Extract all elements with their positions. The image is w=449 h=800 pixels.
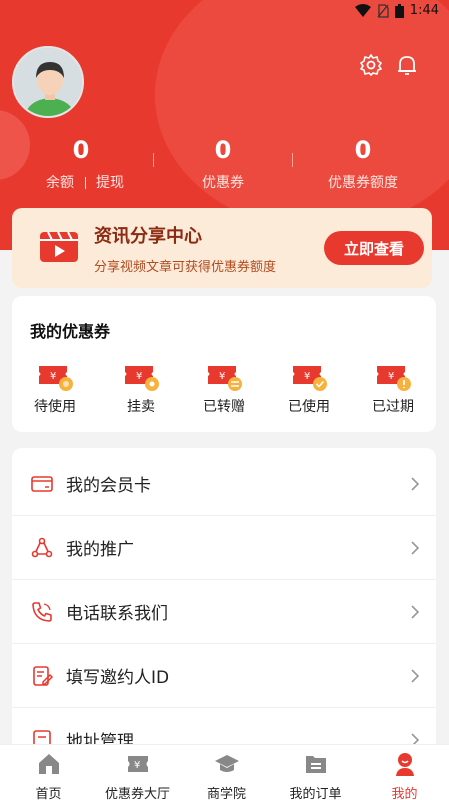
coupon-expired[interactable]: ¥ 已过期 [358,362,428,416]
share-network-icon [31,537,53,557]
home-icon [38,754,59,774]
coupon-selling-label: 挂卖 [127,399,155,415]
tab-home[interactable]: 首页 [4,745,93,800]
balance-stat: 0 余额 提现 [40,136,130,192]
quota-amount: 0 [354,136,372,164]
menu-item-promotion[interactable]: 我的推广 [12,516,436,580]
withdraw-link[interactable]: 提现 [96,175,124,191]
menu-item-label: 我的会员卡 [66,476,151,496]
menu-item-contact-phone[interactable]: 电话联系我们 [12,580,436,644]
menu-item-member-card[interactable]: 我的会员卡 [12,452,436,516]
avatar[interactable] [12,46,84,118]
coupon-gifted[interactable]: ¥ 已转赠 [189,362,259,416]
bottom-tab-bar: 首页 ¥ 优惠券大厅 商学院 我的订单 我的 [0,744,449,800]
my-coupons-heading: 我的优惠券 [30,322,111,341]
bell-icon[interactable] [394,52,420,78]
svg-text:¥: ¥ [50,371,56,382]
coupon-used-icon: ¥ [291,362,327,392]
coupon-selling[interactable]: ¥ 挂卖 [106,362,176,416]
chevron-right-icon [411,668,420,683]
phone-icon [32,601,52,622]
menu-item-label: 电话联系我们 [66,604,168,624]
chevron-right-icon [411,540,420,555]
menu-item-inviter-id[interactable]: 填写邀约人ID [12,644,436,708]
coupon-selling-icon: ¥ [123,362,159,392]
no-sim-icon [377,3,389,18]
tab-my-orders[interactable]: 我的订单 [271,745,360,800]
tab-label: 我的订单 [289,787,342,800]
tab-coupon-hall[interactable]: ¥ 优惠券大厅 [93,745,182,800]
tab-mine[interactable]: 我的 [360,745,449,800]
balance-amount: 0 [72,136,90,164]
status-bar: 1:44 [0,0,449,24]
chevron-right-icon [411,604,420,619]
edit-form-icon [33,665,54,686]
quota-stat[interactable]: 0 优惠券额度 [318,136,408,192]
profile-icon [395,753,414,776]
menu-item-label: 我的推广 [66,540,134,560]
stat-divider [292,153,293,167]
coupon-label: 优惠券 [202,175,244,191]
svg-text:¥: ¥ [134,760,140,771]
coupon-pending-icon: ¥ [37,362,73,392]
tab-label: 首页 [35,787,62,800]
banner-title: 资讯分享中心 [94,226,202,247]
coupon-stat[interactable]: 0 优惠券 [180,136,266,192]
video-clapper-icon [40,231,78,262]
coupon-gifted-icon: ¥ [206,362,242,392]
my-coupons-card: 我的优惠券 ¥ 待使用 ¥ 挂卖 ¥ 已转赠 ¥ 已使用 ¥ 已过期 [12,296,436,432]
battery-icon [394,3,404,18]
coupon-expired-label: 已过期 [372,399,414,415]
view-now-button[interactable]: 立即查看 [324,231,424,265]
coupon-used[interactable]: ¥ 已使用 [274,362,344,416]
banner-subtitle: 分享视频文章可获得优惠券额度 [94,260,277,275]
tab-label: 我的 [391,787,418,800]
graduation-cap-icon [214,755,239,772]
svg-text:¥: ¥ [304,371,310,382]
coupon-used-label: 已使用 [288,399,330,415]
tab-label: 商学院 [206,787,246,800]
svg-text:¥: ¥ [136,371,142,382]
coupon-hall-icon: ¥ [127,756,148,772]
coupon-pending-label: 待使用 [34,399,76,415]
header-decoration [155,0,449,230]
coupon-pending[interactable]: ¥ 待使用 [20,362,90,416]
stat-divider [153,153,154,167]
tab-label: 优惠券大厅 [104,787,170,800]
label-divider [84,177,86,189]
coupon-amount: 0 [214,136,232,164]
settings-icon[interactable] [358,52,384,78]
status-time: 1:44 [409,3,439,18]
menu-list: 我的会员卡 我的推广 电话联系我们 填写邀约人ID 地址管理 [12,448,436,758]
wifi-icon [354,3,371,17]
chevron-right-icon [411,476,420,491]
svg-text:¥: ¥ [219,371,225,382]
svg-text:¥: ¥ [388,371,394,382]
coupon-expired-icon: ¥ [375,362,411,392]
tab-business-school[interactable]: 商学院 [182,745,271,800]
balance-labels: 余额 提现 [40,172,130,192]
menu-item-label: 填写邀约人ID [66,668,170,688]
card-icon [31,475,53,492]
share-center-banner[interactable]: 资讯分享中心 分享视频文章可获得优惠券额度 立即查看 [12,208,432,288]
header-decoration [0,110,30,180]
order-icon [305,756,326,773]
coupon-gifted-label: 已转赠 [203,399,245,415]
quota-label: 优惠券额度 [328,175,398,191]
balance-label[interactable]: 余额 [46,175,74,191]
